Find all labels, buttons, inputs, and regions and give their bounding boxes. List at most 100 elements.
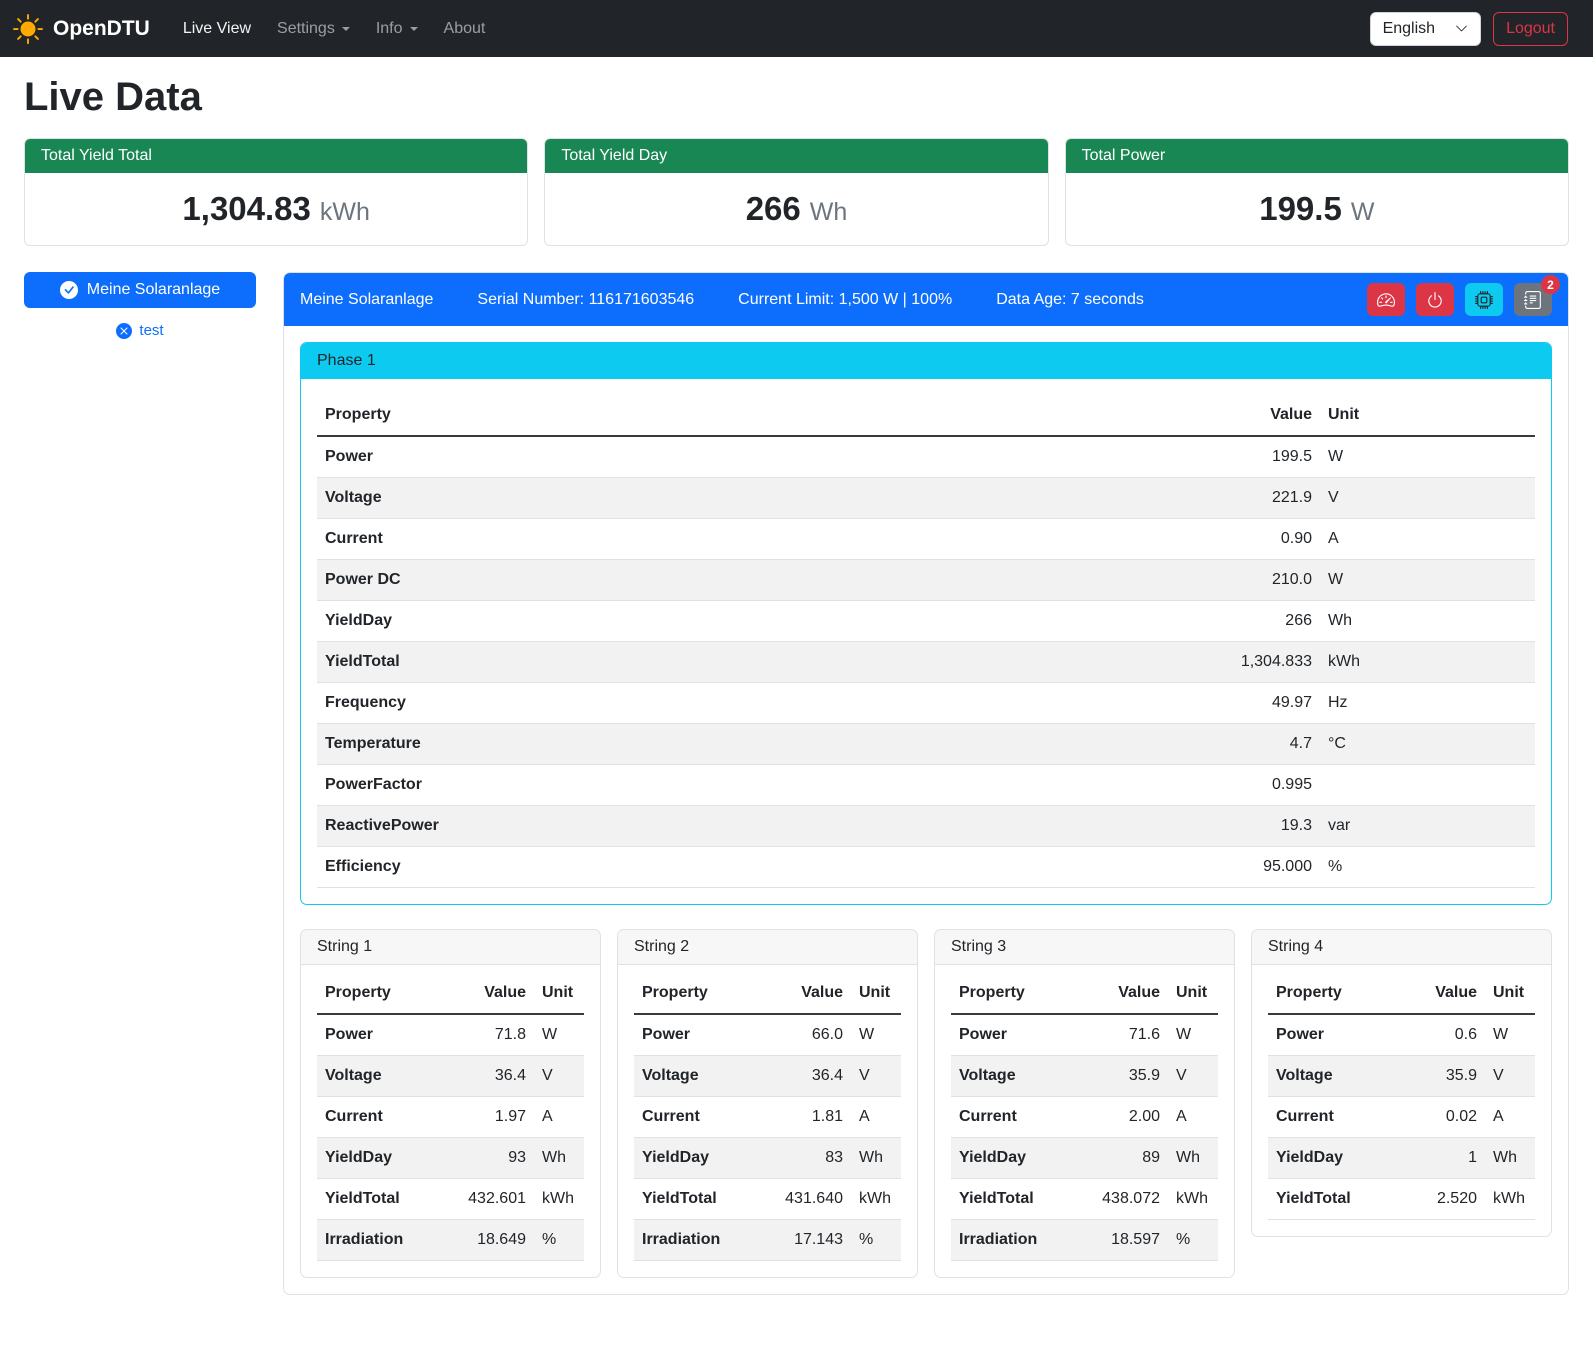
row-unit: Wh bbox=[1485, 1138, 1535, 1179]
row-value: 0.90 bbox=[1180, 519, 1320, 560]
nav-info[interactable]: Info bbox=[363, 12, 431, 46]
phase-card: Phase 1 Property Value Unit bbox=[300, 342, 1552, 905]
table-row: Irradiation 18.597 % bbox=[951, 1220, 1218, 1261]
row-property: YieldDay bbox=[1268, 1138, 1413, 1179]
summary-card-body: 199.5W bbox=[1066, 173, 1568, 245]
col-unit: Unit bbox=[1168, 973, 1218, 1014]
row-unit: A bbox=[851, 1097, 901, 1138]
col-unit: Unit bbox=[1485, 973, 1535, 1014]
language-select[interactable]: English bbox=[1370, 12, 1481, 46]
row-property: Voltage bbox=[317, 478, 1180, 519]
row-property: Power DC bbox=[317, 560, 1180, 601]
col-value: Value bbox=[1094, 973, 1168, 1014]
row-property: Irradiation bbox=[951, 1220, 1094, 1261]
table-header-row: Property Value Unit bbox=[634, 973, 901, 1014]
table-row: Voltage 36.4 V bbox=[634, 1056, 901, 1097]
cpu-icon bbox=[1475, 291, 1493, 309]
device-info-button[interactable] bbox=[1465, 283, 1503, 316]
row-property: Temperature bbox=[317, 724, 1180, 765]
row-unit: Wh bbox=[534, 1138, 584, 1179]
limit-settings-button[interactable] bbox=[1367, 283, 1405, 316]
main-column: Meine Solaranlage Serial Number: 1161716… bbox=[283, 272, 1569, 1295]
row-property: YieldTotal bbox=[634, 1179, 777, 1220]
table-row: Frequency 49.97 Hz bbox=[317, 683, 1535, 724]
row-property: Current bbox=[317, 519, 1180, 560]
nav-live-view[interactable]: Live View bbox=[170, 12, 264, 46]
table-row: Power 0.6 W bbox=[1268, 1014, 1535, 1056]
row-property: Irradiation bbox=[317, 1220, 460, 1261]
row-unit: W bbox=[851, 1014, 901, 1056]
row-unit: V bbox=[1320, 478, 1535, 519]
row-unit: kWh bbox=[851, 1179, 901, 1220]
row-value: 89 bbox=[1094, 1138, 1168, 1179]
row-value: 0.995 bbox=[1180, 765, 1320, 806]
row-value: 19.3 bbox=[1180, 806, 1320, 847]
row-property: Voltage bbox=[1268, 1056, 1413, 1097]
table-row: YieldTotal 431.640 kWh bbox=[634, 1179, 901, 1220]
row-unit: kWh bbox=[534, 1179, 584, 1220]
summary-card-unit: W bbox=[1351, 198, 1375, 226]
summary-card-unit: kWh bbox=[320, 198, 370, 226]
col-value: Value bbox=[460, 973, 534, 1014]
table-row: Irradiation 17.143 % bbox=[634, 1220, 901, 1261]
table-row: YieldTotal 438.072 kWh bbox=[951, 1179, 1218, 1220]
logout-button[interactable]: Logout bbox=[1493, 12, 1568, 46]
col-property: Property bbox=[317, 973, 460, 1014]
nav-settings-label: Settings bbox=[277, 20, 335, 38]
table-header-row: Property Value Unit bbox=[951, 973, 1218, 1014]
row-value: 35.9 bbox=[1413, 1056, 1485, 1097]
row-property: PowerFactor bbox=[317, 765, 1180, 806]
row-property: Power bbox=[317, 436, 1180, 478]
col-unit: Unit bbox=[1320, 395, 1535, 436]
table-row: Current 1.81 A bbox=[634, 1097, 901, 1138]
inverter-item-test[interactable]: test bbox=[24, 322, 256, 339]
row-value: 95.000 bbox=[1180, 847, 1320, 888]
nav-settings[interactable]: Settings bbox=[264, 12, 363, 46]
row-unit: % bbox=[534, 1220, 584, 1261]
row-value: 2.00 bbox=[1094, 1097, 1168, 1138]
string-card-1: String 1 Property Value Unit bbox=[300, 929, 601, 1278]
col-property: Property bbox=[1268, 973, 1413, 1014]
row-unit: % bbox=[1320, 847, 1535, 888]
inverter-actions: 2 bbox=[1367, 283, 1552, 316]
summary-card-title: Total Power bbox=[1066, 139, 1568, 173]
navbar-right: English Logout bbox=[1370, 12, 1580, 46]
string-table: Property Value Unit bbox=[317, 973, 584, 1261]
nav-about[interactable]: About bbox=[431, 12, 499, 46]
power-button[interactable] bbox=[1416, 283, 1454, 316]
row-value: 221.9 bbox=[1180, 478, 1320, 519]
table-row: Voltage 36.4 V bbox=[317, 1056, 584, 1097]
event-count-badge: 2 bbox=[1541, 275, 1560, 294]
inverter-select-button[interactable]: Meine Solaranlage bbox=[24, 272, 256, 308]
speedometer-icon bbox=[1377, 291, 1395, 309]
journal-icon bbox=[1524, 291, 1542, 309]
string-card-2: String 2 Property Value Unit bbox=[617, 929, 918, 1278]
row-value: 266 bbox=[1180, 601, 1320, 642]
summary-card: Total Yield Total 1,304.83kWh bbox=[24, 138, 528, 246]
row-value: 66.0 bbox=[777, 1014, 851, 1056]
row-value: 1.97 bbox=[460, 1097, 534, 1138]
event-log-button[interactable]: 2 bbox=[1514, 283, 1552, 316]
row-unit: A bbox=[1168, 1097, 1218, 1138]
table-row: YieldTotal 2.520 kWh bbox=[1268, 1179, 1535, 1220]
table-header-row: Property Value Unit bbox=[317, 395, 1535, 436]
table-header-row: Property Value Unit bbox=[317, 973, 584, 1014]
row-property: Efficiency bbox=[317, 847, 1180, 888]
row-value: 83 bbox=[777, 1138, 851, 1179]
brand-label: OpenDTU bbox=[53, 17, 150, 41]
table-row: YieldDay 93 Wh bbox=[317, 1138, 584, 1179]
row-property: Voltage bbox=[951, 1056, 1094, 1097]
row-property: Irradiation bbox=[634, 1220, 777, 1261]
summary-card-title: Total Yield Day bbox=[545, 139, 1047, 173]
table-header-row: Property Value Unit bbox=[1268, 973, 1535, 1014]
content-row: Meine Solaranlage test Meine Solaranlage… bbox=[24, 272, 1569, 1295]
row-value: 71.8 bbox=[460, 1014, 534, 1056]
row-unit: Hz bbox=[1320, 683, 1535, 724]
power-icon bbox=[1426, 291, 1444, 309]
table-row: Voltage 221.9 V bbox=[317, 478, 1535, 519]
row-value: 93 bbox=[460, 1138, 534, 1179]
row-value: 35.9 bbox=[1094, 1056, 1168, 1097]
row-property: Power bbox=[1268, 1014, 1413, 1056]
row-unit: W bbox=[1320, 436, 1535, 478]
brand-link[interactable]: OpenDTU bbox=[13, 14, 150, 44]
